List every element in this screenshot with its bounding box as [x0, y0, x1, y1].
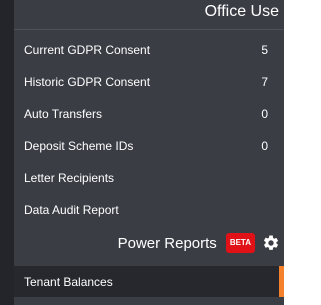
- menu-item-label: Auto Transfers: [24, 107, 103, 121]
- menu-item-label: Current GDPR Consent: [24, 43, 151, 57]
- beta-badge: BETA: [225, 233, 255, 253]
- gear-icon[interactable]: [262, 234, 280, 252]
- menu-item-historic-gdpr-consent[interactable]: Historic GDPR Consent 7: [14, 66, 284, 98]
- power-reports-title: Power Reports: [117, 234, 217, 252]
- menu-item-label: Data Audit Report: [24, 203, 119, 217]
- menu-item-current-gdpr-consent[interactable]: Current GDPR Consent 5: [14, 34, 284, 66]
- menu-item-label: Tenant Balances: [24, 274, 113, 289]
- menu-item-count: 5: [261, 43, 268, 57]
- menu-item-tenant-balances[interactable]: Tenant Balances: [14, 266, 279, 297]
- page-background: [284, 0, 321, 305]
- menu-item-count: 0: [261, 107, 268, 121]
- header-divider: [14, 29, 284, 30]
- menu-item-data-audit-report[interactable]: Data Audit Report: [14, 194, 284, 226]
- menu-item-auto-transfers[interactable]: Auto Transfers 0: [14, 98, 284, 130]
- office-use-title: Office Use: [204, 3, 279, 20]
- menu-item-letter-recipients[interactable]: Letter Recipients: [14, 162, 284, 194]
- menu-item-count: 7: [261, 75, 268, 89]
- menu-item-label: Deposit Scheme IDs: [24, 139, 134, 153]
- menu-item-label: Letter Recipients: [24, 171, 115, 185]
- menu-item-count: 0: [261, 139, 268, 153]
- office-use-panel: Office Use Current GDPR Consent 5 Histor…: [14, 0, 284, 305]
- menu-item-deposit-scheme-ids[interactable]: Deposit Scheme IDs 0: [14, 130, 284, 162]
- menu-item-label: Historic GDPR Consent: [24, 75, 151, 89]
- left-edge-strip: [0, 0, 14, 305]
- power-reports-header: Power Reports BETA: [14, 229, 284, 257]
